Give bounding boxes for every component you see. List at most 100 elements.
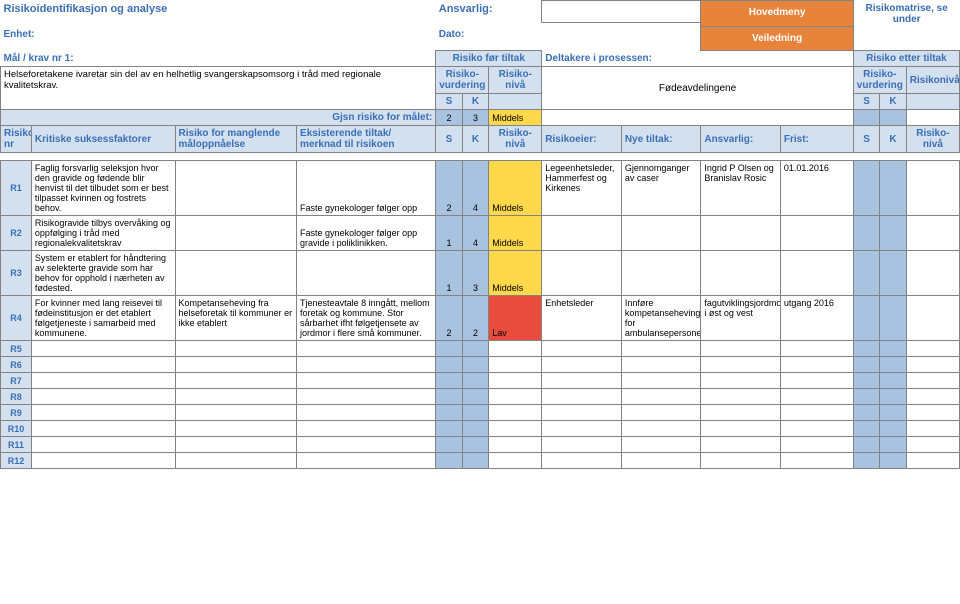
eks-cell[interactable] bbox=[297, 373, 436, 389]
eks-cell[interactable] bbox=[297, 405, 436, 421]
ans-cell[interactable] bbox=[701, 437, 781, 453]
krit-cell[interactable] bbox=[31, 421, 175, 437]
k-cell[interactable] bbox=[462, 421, 489, 437]
krit-cell[interactable] bbox=[31, 357, 175, 373]
mang-cell[interactable]: Kompetanseheving fra helseforetak til ko… bbox=[175, 296, 297, 341]
krit-cell[interactable] bbox=[31, 453, 175, 469]
nye-cell[interactable] bbox=[621, 341, 701, 357]
nye-cell[interactable]: Gjennomganger av caser bbox=[621, 161, 701, 216]
krit-cell[interactable] bbox=[31, 373, 175, 389]
k2-cell[interactable] bbox=[880, 161, 907, 216]
frist-cell[interactable] bbox=[780, 389, 853, 405]
k2-cell[interactable] bbox=[880, 453, 907, 469]
s2-cell[interactable] bbox=[853, 373, 880, 389]
s2-cell[interactable] bbox=[853, 357, 880, 373]
k-cell[interactable] bbox=[462, 341, 489, 357]
krit-cell[interactable]: Risikogravide tilbys overvåking og oppfø… bbox=[31, 216, 175, 251]
k2-cell[interactable] bbox=[880, 389, 907, 405]
s2-cell[interactable] bbox=[853, 421, 880, 437]
frist-cell[interactable] bbox=[780, 405, 853, 421]
ansvarlig-input[interactable] bbox=[542, 1, 701, 23]
k-cell[interactable] bbox=[462, 453, 489, 469]
eier-cell[interactable] bbox=[542, 357, 622, 373]
krit-cell[interactable]: For kvinner med lang reisevei til fødein… bbox=[31, 296, 175, 341]
frist-cell[interactable] bbox=[780, 357, 853, 373]
frist-cell[interactable] bbox=[780, 453, 853, 469]
eier-cell[interactable] bbox=[542, 373, 622, 389]
eier-cell[interactable] bbox=[542, 453, 622, 469]
frist-cell[interactable] bbox=[780, 341, 853, 357]
s-cell[interactable] bbox=[436, 357, 463, 373]
nye-cell[interactable] bbox=[621, 453, 701, 469]
ans-cell[interactable]: Ingrid P Olsen og Branislav Rosic bbox=[701, 161, 781, 216]
mang-cell[interactable] bbox=[175, 421, 297, 437]
k2-cell[interactable] bbox=[880, 296, 907, 341]
eier-cell[interactable] bbox=[542, 251, 622, 296]
s-cell[interactable] bbox=[436, 421, 463, 437]
k-cell[interactable] bbox=[462, 357, 489, 373]
ans-cell[interactable] bbox=[701, 373, 781, 389]
ans-cell[interactable] bbox=[701, 341, 781, 357]
s2-cell[interactable] bbox=[853, 389, 880, 405]
nye-cell[interactable] bbox=[621, 251, 701, 296]
eier-cell[interactable] bbox=[542, 389, 622, 405]
s-cell[interactable] bbox=[436, 437, 463, 453]
eier-cell[interactable] bbox=[542, 437, 622, 453]
mang-cell[interactable] bbox=[175, 453, 297, 469]
nye-cell[interactable] bbox=[621, 357, 701, 373]
krit-cell[interactable] bbox=[31, 437, 175, 453]
frist-cell[interactable] bbox=[780, 216, 853, 251]
hovedmeny-button[interactable]: Hovedmeny bbox=[701, 1, 853, 27]
k2-cell[interactable] bbox=[880, 341, 907, 357]
mang-cell[interactable] bbox=[175, 437, 297, 453]
s2-cell[interactable] bbox=[853, 453, 880, 469]
s2-cell[interactable] bbox=[853, 161, 880, 216]
eks-cell[interactable]: Faste gynekologer følger opp gravide i p… bbox=[297, 216, 436, 251]
frist-cell[interactable] bbox=[780, 373, 853, 389]
k2-cell[interactable] bbox=[880, 216, 907, 251]
eier-cell[interactable] bbox=[542, 405, 622, 421]
k2-cell[interactable] bbox=[880, 437, 907, 453]
eier-cell[interactable] bbox=[542, 341, 622, 357]
ans-cell[interactable] bbox=[701, 453, 781, 469]
eier-cell[interactable]: Legeenhetsleder, Hammerfest og Kirkenes bbox=[542, 161, 622, 216]
eks-cell[interactable] bbox=[297, 251, 436, 296]
eks-cell[interactable]: Faste gynekologer følger opp bbox=[297, 161, 436, 216]
mang-cell[interactable] bbox=[175, 251, 297, 296]
ans-cell[interactable] bbox=[701, 405, 781, 421]
eks-cell[interactable] bbox=[297, 389, 436, 405]
ans-cell[interactable]: fagutviklingsjordmor, i øst og vest bbox=[701, 296, 781, 341]
s-cell[interactable] bbox=[436, 453, 463, 469]
s-cell[interactable]: 2 bbox=[436, 161, 463, 216]
s2-cell[interactable] bbox=[853, 437, 880, 453]
mang-cell[interactable] bbox=[175, 389, 297, 405]
s2-cell[interactable] bbox=[853, 405, 880, 421]
k2-cell[interactable] bbox=[880, 357, 907, 373]
krit-cell[interactable] bbox=[31, 405, 175, 421]
k-cell[interactable]: 4 bbox=[462, 216, 489, 251]
s-cell[interactable]: 1 bbox=[436, 216, 463, 251]
eks-cell[interactable] bbox=[297, 453, 436, 469]
eier-cell[interactable]: Enhetsleder bbox=[542, 296, 622, 341]
k-cell[interactable]: 2 bbox=[462, 296, 489, 341]
k-cell[interactable] bbox=[462, 389, 489, 405]
nye-cell[interactable] bbox=[621, 373, 701, 389]
s2-cell[interactable] bbox=[853, 216, 880, 251]
ans-cell[interactable] bbox=[701, 389, 781, 405]
krit-cell[interactable] bbox=[31, 341, 175, 357]
mang-cell[interactable] bbox=[175, 405, 297, 421]
k2-cell[interactable] bbox=[880, 405, 907, 421]
eks-cell[interactable] bbox=[297, 421, 436, 437]
frist-cell[interactable] bbox=[780, 437, 853, 453]
nye-cell[interactable]: Innføre kompetanseheving/kurs for ambula… bbox=[621, 296, 701, 341]
frist-cell[interactable] bbox=[780, 421, 853, 437]
s-cell[interactable]: 1 bbox=[436, 251, 463, 296]
s2-cell[interactable] bbox=[853, 341, 880, 357]
mang-cell[interactable] bbox=[175, 373, 297, 389]
k-cell[interactable] bbox=[462, 405, 489, 421]
s2-cell[interactable] bbox=[853, 251, 880, 296]
s-cell[interactable] bbox=[436, 405, 463, 421]
veiledning-button[interactable]: Veiledning bbox=[701, 27, 853, 51]
nye-cell[interactable] bbox=[621, 405, 701, 421]
nye-cell[interactable] bbox=[621, 437, 701, 453]
